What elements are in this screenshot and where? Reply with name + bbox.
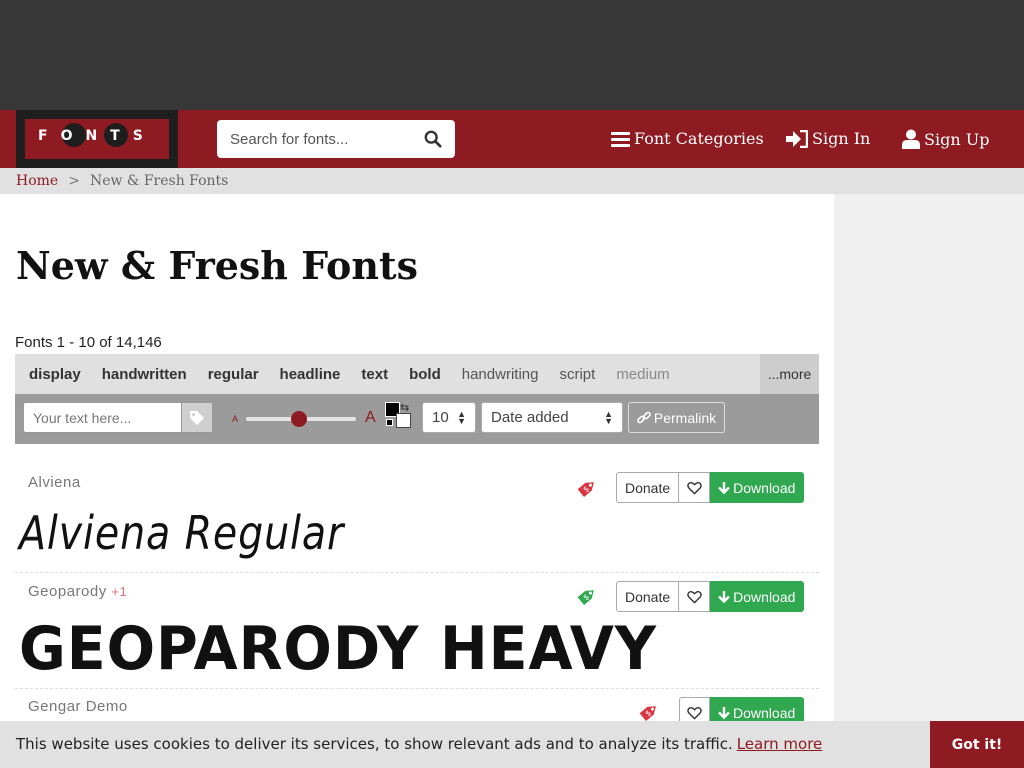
color-picker[interactable]: ⇆ (385, 402, 413, 430)
preview-tag-button[interactable] (181, 403, 212, 432)
license-tag-icon[interactable]: $ (575, 584, 599, 608)
sort-select[interactable]: Date added ▲ ▼ (481, 402, 623, 433)
heart-icon (687, 706, 702, 720)
license-tag-icon[interactable]: $ (575, 476, 599, 500)
search-icon[interactable] (424, 130, 442, 148)
font-size-slider[interactable] (246, 411, 356, 427)
tag-handwritten[interactable]: handwritten (102, 366, 187, 383)
breadcrumb-current: New & Fresh Fonts (89, 173, 229, 189)
permalink-button[interactable]: Permalink (628, 402, 725, 433)
select-arrows-icon: ▲ ▼ (457, 409, 466, 426)
swap-colors-icon[interactable]: ⇆ (400, 401, 409, 414)
tag-headline[interactable]: headline (280, 366, 341, 383)
cookie-message: This website uses cookies to deliver its… (16, 735, 822, 753)
heart-icon (686, 481, 702, 495)
download-label: Download (733, 588, 796, 605)
font-name-label: Alviena (28, 474, 81, 491)
search-input[interactable] (217, 120, 417, 158)
link-icon (637, 411, 651, 423)
download-arrow-icon (718, 481, 731, 494)
favorite-button[interactable] (679, 472, 711, 503)
search-box (217, 120, 455, 158)
font-preview[interactable]: GEOPARODY HEAVY (19, 614, 657, 684)
background-color-swatch[interactable] (396, 413, 411, 428)
font-name-label: Gengar Demo (28, 698, 128, 715)
download-label: Download (733, 704, 796, 721)
download-button[interactable]: Download (710, 697, 805, 721)
top-navigation: FONTS Font Categories Sign In Sign Up (0, 110, 1024, 168)
font-listing: Gengar Demo $ Download (15, 690, 819, 721)
menu-icon (611, 131, 630, 147)
nav-sign-in-label: Sign In (812, 129, 871, 148)
donate-button[interactable]: Donate (616, 581, 680, 612)
download-arrow-icon (718, 706, 730, 719)
font-name[interactable]: Gengar Demo (28, 698, 128, 715)
preview-text-box (23, 402, 213, 433)
reset-colors-icon[interactable] (386, 419, 393, 426)
select-arrows-icon: ▲ ▼ (604, 409, 613, 426)
preview-text-input[interactable] (24, 403, 182, 432)
size-large-label: A (365, 409, 376, 426)
font-name-label: Geoparody (28, 583, 107, 600)
tag-handwriting[interactable]: handwriting (462, 366, 539, 383)
breadcrumb: Home > New & Fresh Fonts (0, 168, 1024, 194)
nav-sign-up-label: Sign Up (924, 129, 990, 149)
page-title: New & Fresh Fonts (16, 243, 418, 288)
sort-value: Date added (491, 409, 569, 426)
tag-text[interactable]: text (361, 366, 388, 383)
heart-icon (686, 590, 702, 604)
logo-digit-stroke (16, 110, 178, 119)
download-button[interactable]: Download (710, 581, 805, 612)
tag-regular[interactable]: regular (208, 366, 259, 383)
breadcrumb-separator: > (68, 173, 80, 189)
font-listing: Alviena $ Donate Download Alviena Regula… (15, 466, 819, 573)
font-variant-count: +1 (111, 584, 128, 599)
favorite-button[interactable] (679, 581, 711, 612)
font-name[interactable]: Alviena (28, 474, 81, 491)
logo-text: FONTS (38, 128, 156, 144)
font-actions: Donate Download (616, 472, 805, 503)
tag-list: display handwritten regular headline text bol… (15, 354, 691, 394)
tag-filter-bar: display handwritten regular headline text bol… (15, 354, 819, 394)
breadcrumb-home[interactable]: Home (16, 173, 58, 189)
font-size-slider-knob[interactable] (291, 411, 307, 427)
nav-sign-in[interactable]: Sign In (786, 129, 870, 148)
favorite-button[interactable] (679, 697, 710, 721)
size-small-label: A (232, 414, 239, 424)
user-icon (902, 129, 920, 149)
tag-icon (190, 410, 204, 425)
per-page-select[interactable]: 10 ▲ ▼ (422, 402, 476, 433)
donate-button[interactable]: Donate (616, 472, 680, 503)
nav-font-categories-label: Font Categories (634, 129, 764, 148)
sign-in-icon (786, 129, 808, 148)
nav-font-categories[interactable]: Font Categories (611, 129, 764, 148)
font-actions: Donate Download (616, 581, 805, 612)
tag-bold[interactable]: bold (409, 366, 441, 383)
font-listing: Geoparody +1 $ Donate Download GEOPARODY… (15, 574, 819, 689)
font-actions: Download (679, 697, 805, 721)
right-sidebar (834, 194, 1024, 768)
cookie-banner: This website uses cookies to deliver its… (0, 721, 1024, 768)
tag-medium[interactable]: medium (616, 366, 669, 383)
cookie-text: This website uses cookies to deliver its… (16, 735, 733, 753)
ad-banner (0, 0, 1024, 110)
font-preview[interactable]: Alviena Regular (19, 506, 344, 560)
tag-script[interactable]: script (559, 366, 595, 383)
font-name[interactable]: Geoparody +1 (28, 583, 127, 600)
learn-more-link[interactable]: Learn more (737, 735, 823, 753)
font-count: Fonts 1 - 10 of 14,146 (15, 334, 162, 351)
download-label: Download (733, 479, 796, 496)
per-page-value: 10 (432, 409, 449, 426)
download-button[interactable]: Download (710, 472, 805, 503)
preview-toolbar: A A ⇆ 10 ▲▼ Date added ▲▼ Permalink (15, 394, 819, 444)
tag-display[interactable]: display (29, 366, 81, 383)
site-logo[interactable]: FONTS (16, 110, 178, 168)
permalink-label: Permalink (653, 409, 717, 426)
download-arrow-icon (718, 590, 731, 603)
more-tags-button[interactable]: ...more (760, 354, 819, 394)
nav-sign-up[interactable]: Sign Up (902, 129, 989, 149)
accept-cookies-button[interactable]: Got it! (930, 721, 1024, 768)
logo-digit-stroke (16, 159, 178, 168)
license-tag-icon[interactable]: $ (637, 700, 661, 721)
